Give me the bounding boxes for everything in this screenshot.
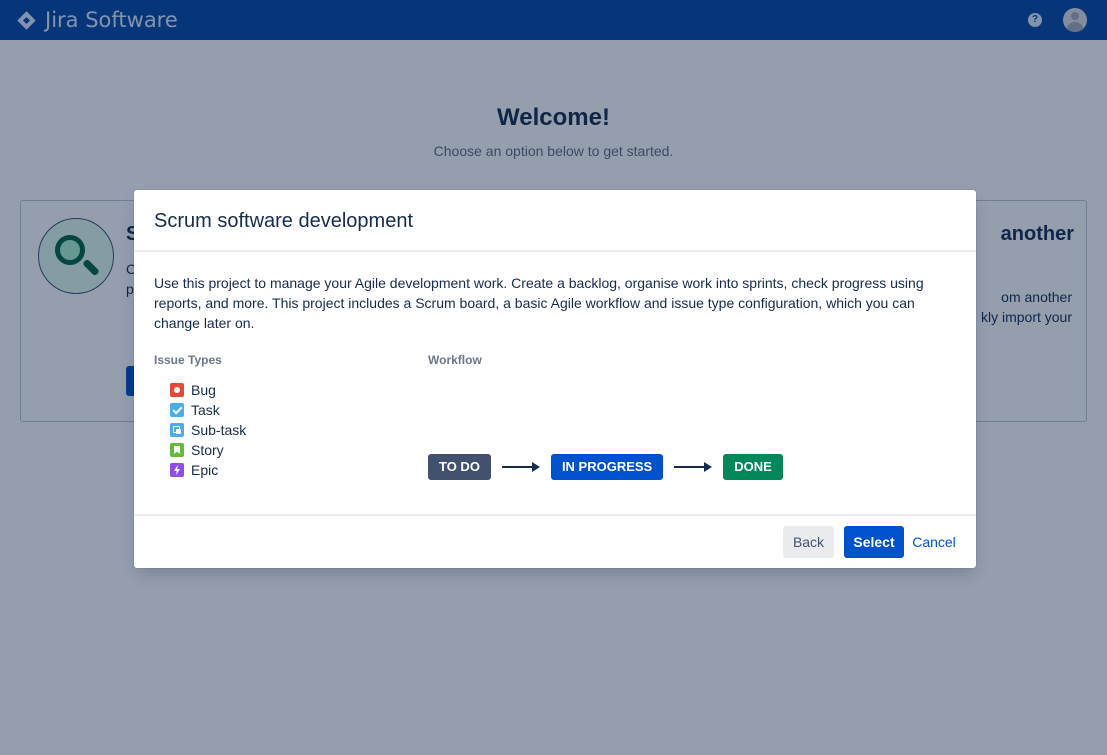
workflow-heading: Workflow <box>428 353 482 367</box>
dialog-header: Scrum software development <box>134 190 976 252</box>
list-item: Story <box>170 440 246 460</box>
project-template-dialog: Scrum software development Use this proj… <box>134 190 976 568</box>
list-item: Bug <box>170 380 246 400</box>
subtask-icon <box>170 423 184 437</box>
epic-icon <box>170 463 184 477</box>
dialog-body: Use this project to manage your Agile de… <box>134 252 976 514</box>
issue-types-list: Bug Task Sub-task Story Epic <box>170 380 246 480</box>
template-description: Use this project to manage your Agile de… <box>154 275 924 331</box>
cancel-button[interactable]: Cancel <box>910 526 958 558</box>
workflow-diagram: TO DO IN PROGRESS DONE <box>428 454 783 480</box>
issue-type-label: Bug <box>191 382 216 398</box>
list-item: Epic <box>170 460 246 480</box>
issue-type-label: Epic <box>191 462 219 478</box>
task-icon <box>170 403 184 417</box>
dialog-footer: Back Select Cancel <box>134 514 976 568</box>
list-item: Sub-task <box>170 420 246 440</box>
status-in-progress: IN PROGRESS <box>550 454 664 480</box>
issue-type-label: Story <box>191 442 224 458</box>
status-todo: TO DO <box>428 454 491 480</box>
dialog-title: Scrum software development <box>154 210 414 232</box>
issue-types-heading: Issue Types <box>154 353 222 367</box>
arrow-right-icon <box>501 461 540 473</box>
arrow-right-icon <box>674 461 713 473</box>
issue-type-label: Task <box>191 402 220 418</box>
bug-icon <box>170 383 184 397</box>
status-done: DONE <box>723 454 783 480</box>
back-button[interactable]: Back <box>783 526 834 558</box>
list-item: Task <box>170 400 246 420</box>
select-button[interactable]: Select <box>844 526 904 558</box>
issue-type-label: Sub-task <box>191 422 247 438</box>
story-icon <box>170 443 184 457</box>
